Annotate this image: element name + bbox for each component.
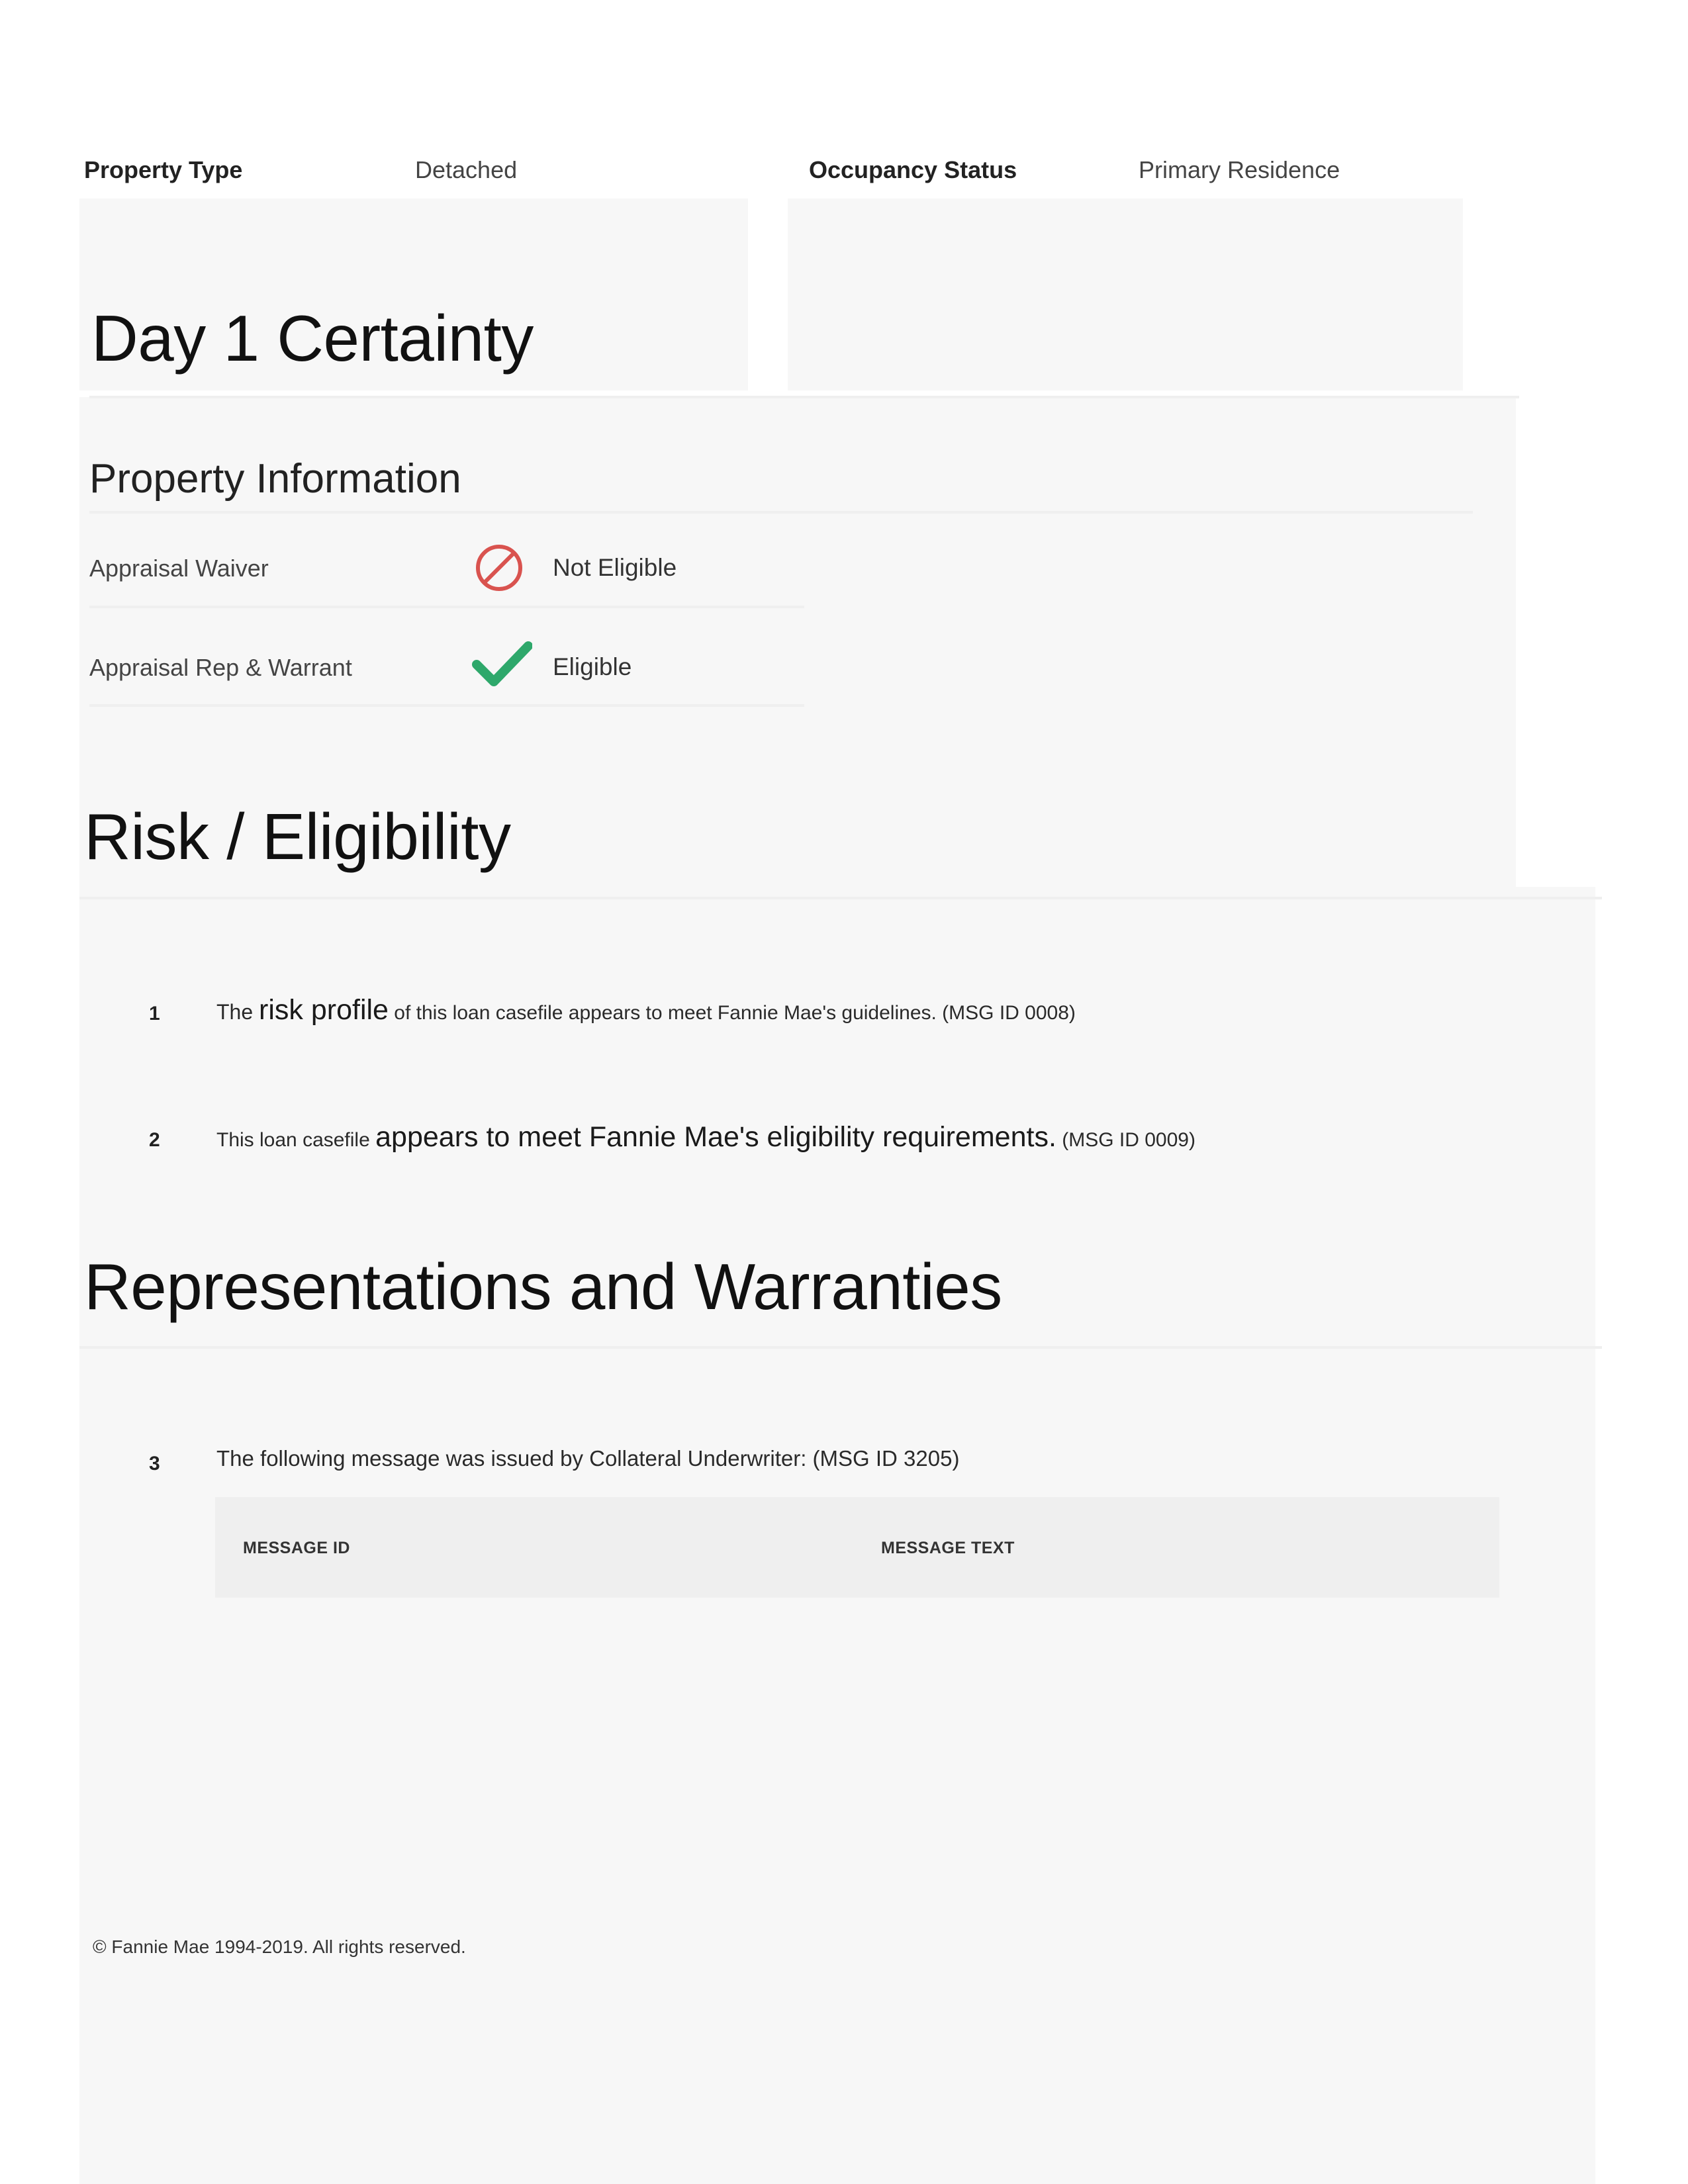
appraisal-waiver-label: Appraisal Waiver (89, 555, 269, 582)
appraisal-rep-divider (89, 704, 804, 707)
day1-divider (89, 396, 1519, 398)
message-part: This loan casefile (216, 1129, 376, 1151)
checkmark-icon (471, 639, 533, 690)
prohibited-icon (474, 543, 524, 593)
message-number: 2 (149, 1129, 160, 1151)
message-part: of this loan casefile appears to meet Fa… (388, 1002, 1076, 1024)
day1-certainty-heading: Day 1 Certainty (91, 302, 534, 375)
reps-warranties-heading: Representations and Warranties (84, 1250, 1002, 1323)
risk-message-text: The risk profile of this loan casefile a… (216, 994, 1076, 1026)
appraisal-waiver-divider (89, 606, 804, 608)
risk-eligibility-heading: Risk / Eligibility (84, 800, 511, 873)
message-emphasis: risk profile (259, 994, 389, 1026)
message-emphasis: appears to meet Fannie Mae's eligibility… (375, 1121, 1056, 1153)
message-text-column-header: MESSAGE TEXT (881, 1539, 1015, 1557)
occupancy-status-value: Primary Residence (1139, 156, 1340, 183)
reps-divider (79, 1346, 1602, 1349)
appraisal-waiver-value: Not Eligible (553, 554, 677, 581)
appraisal-rep-warrant-label: Appraisal Rep & Warrant (89, 654, 352, 681)
message-number: 3 (149, 1453, 160, 1475)
message-part: The (216, 1000, 259, 1024)
property-info-divider (89, 511, 1473, 514)
occupancy-status-label: Occupancy Status (809, 156, 1017, 183)
message-part: (MSG ID 0009) (1056, 1129, 1196, 1151)
appraisal-rep-warrant-value: Eligible (553, 653, 632, 680)
message-id-column-header: MESSAGE ID (243, 1539, 350, 1557)
eligibility-message-text: This loan casefile appears to meet Fanni… (216, 1121, 1196, 1154)
risk-divider (79, 897, 1602, 899)
summary-panel-right (788, 199, 1463, 390)
message-table-header (215, 1497, 1499, 1598)
property-type-value: Detached (415, 156, 518, 183)
property-information-heading: Property Information (89, 456, 461, 502)
property-type-label: Property Type (84, 156, 243, 183)
copyright-footer: © Fannie Mae 1994-2019. All rights reser… (93, 1936, 466, 1957)
message-number: 1 (149, 1003, 160, 1024)
collateral-message-text: The following message was issued by Coll… (216, 1446, 960, 1471)
